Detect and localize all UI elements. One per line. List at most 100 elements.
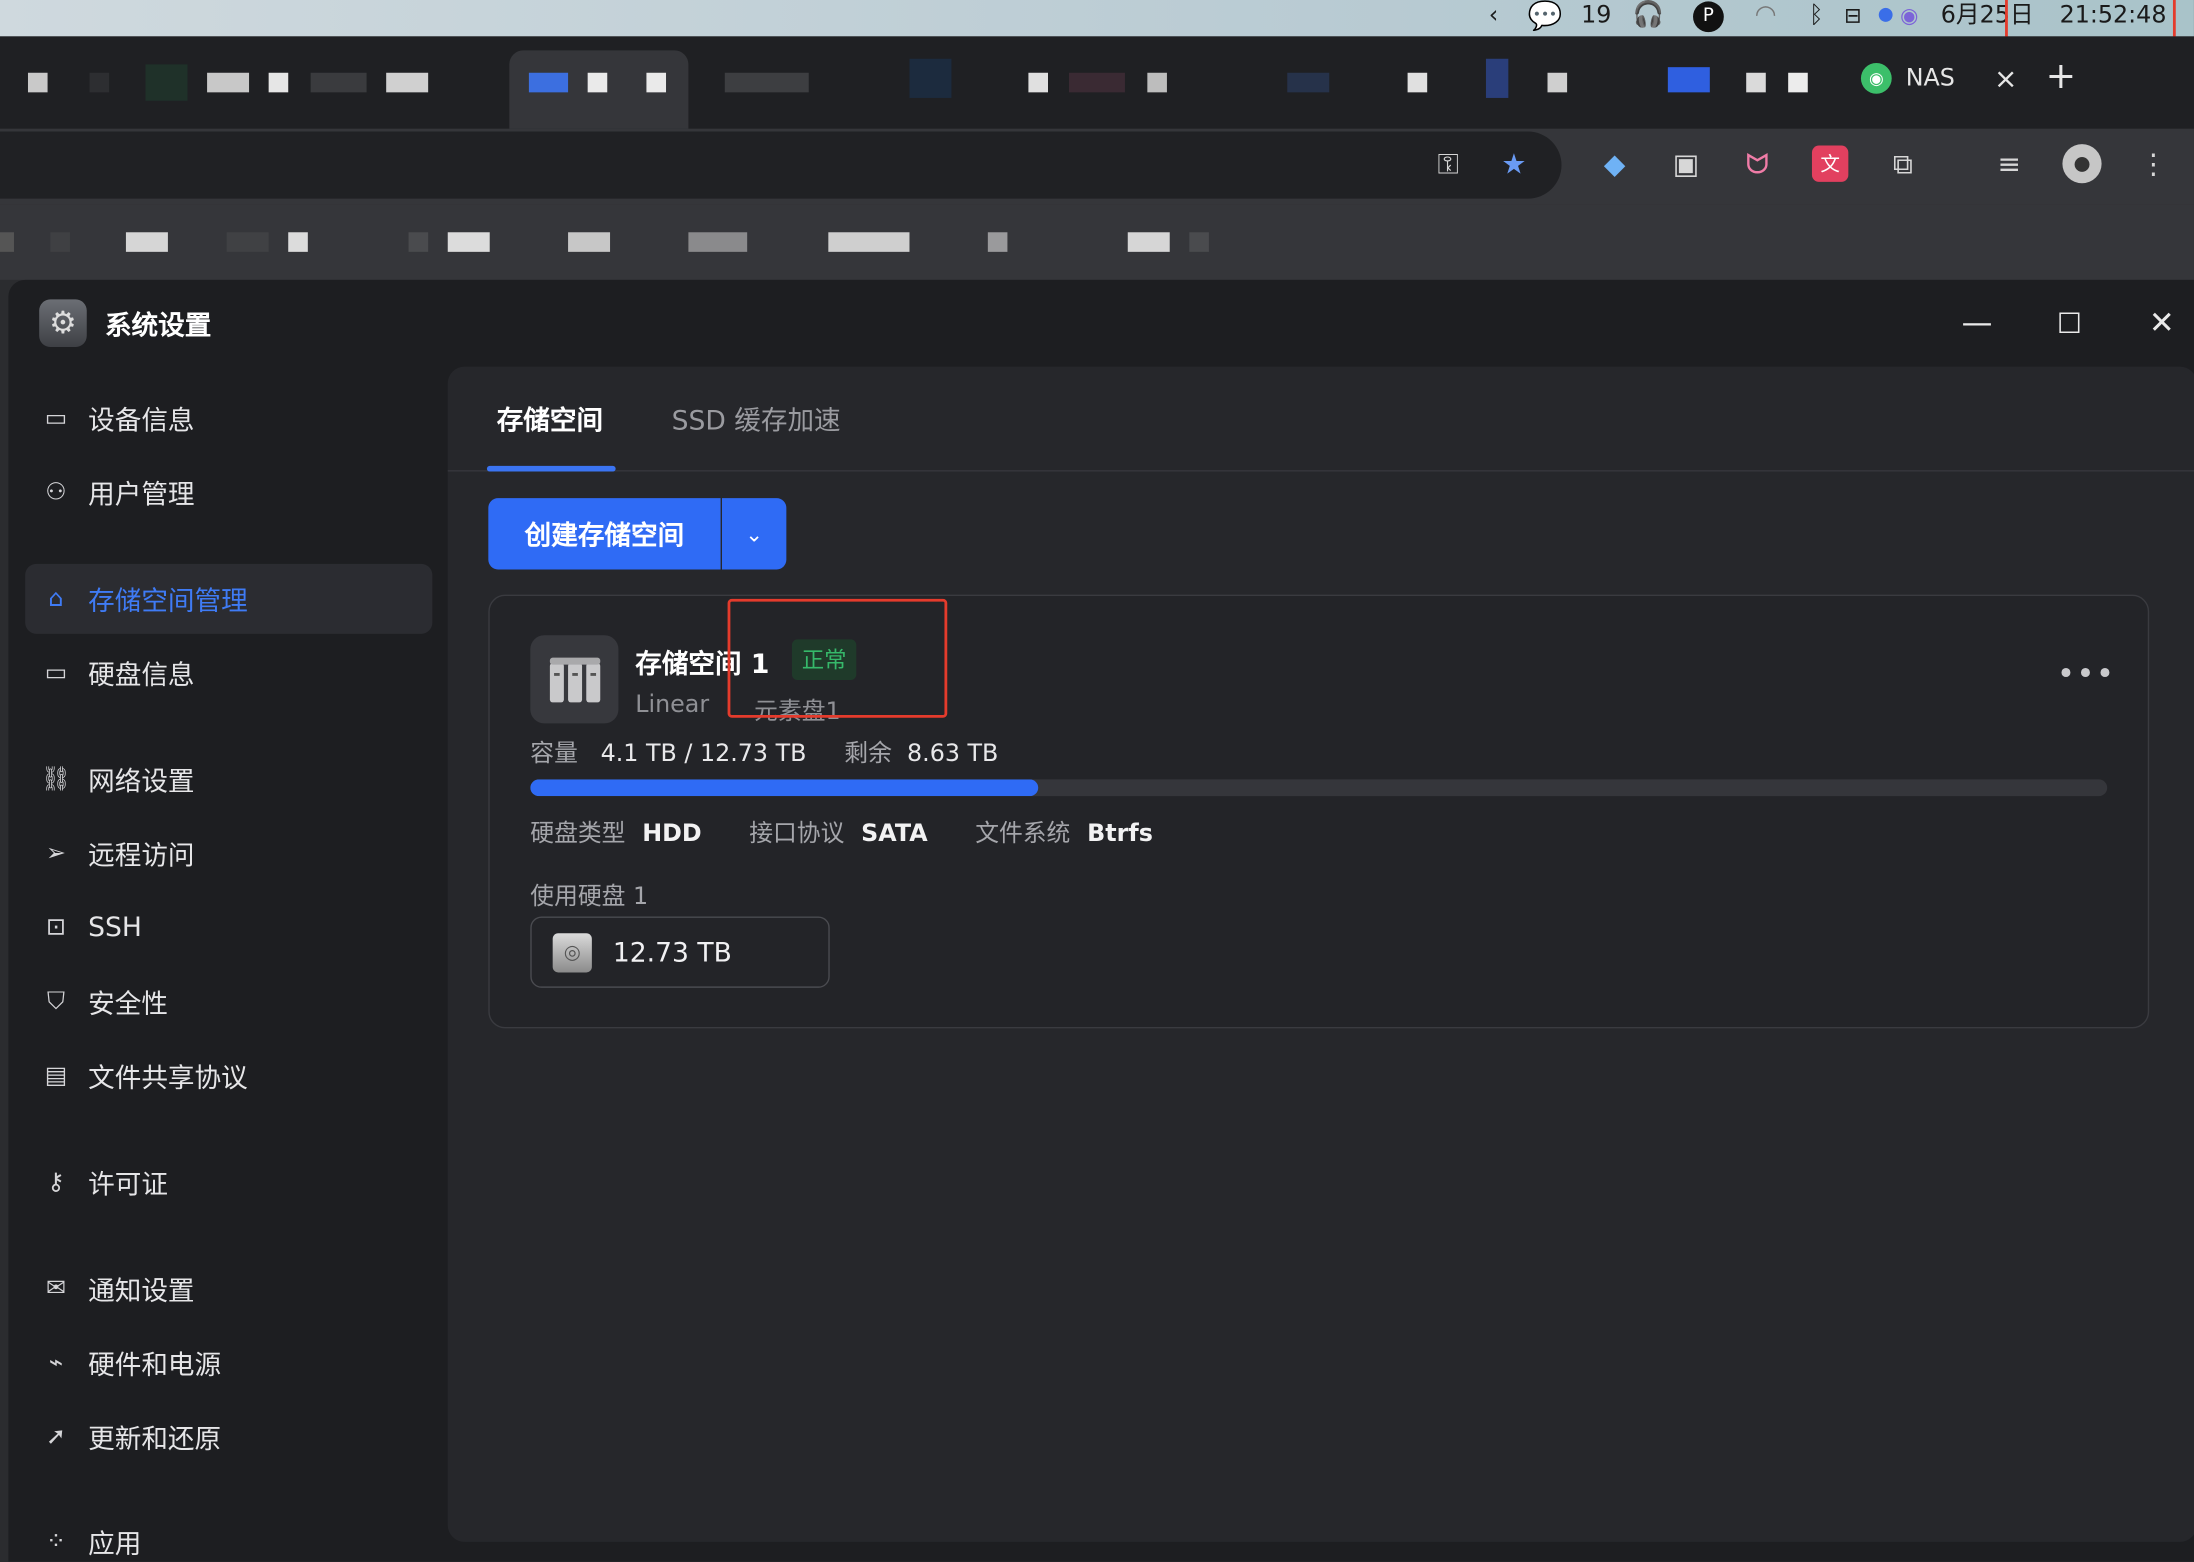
create-dropdown-button[interactable]: ⌄ <box>721 498 787 570</box>
blurred-tab[interactable] <box>310 72 367 93</box>
address-bar[interactable] <box>0 131 1562 199</box>
sidebar-item-file-sharing[interactable]: ▤ 文件共享协议 <box>25 1041 432 1111</box>
blurred-bookmark[interactable] <box>828 232 910 252</box>
blurred-tab[interactable] <box>89 72 110 93</box>
bookmark-star-icon[interactable]: ★ <box>1496 146 1532 182</box>
sidebar-item-update-restore[interactable]: ➚ 更新和还原 <box>25 1402 432 1472</box>
volume-meta-row: 硬盘类型 HDD 接口协议 SATA 文件系统 Btrfs <box>530 813 1200 848</box>
disk-chip[interactable]: ◎ 12.73 TB <box>530 916 830 988</box>
disk-type-value: HDD <box>642 819 702 848</box>
sidebar-item-hardware-power[interactable]: ⌁ 硬件和电源 <box>25 1328 432 1398</box>
blurred-tab[interactable] <box>1667 67 1710 93</box>
headphones-icon[interactable]: 🎧 <box>1633 0 1664 34</box>
blurred-bookmark[interactable] <box>1189 232 1209 252</box>
control-center-icon[interactable]: ⊟ <box>1844 0 1862 34</box>
blurred-tab[interactable] <box>1788 72 1808 93</box>
blurred-tab[interactable] <box>1407 72 1428 93</box>
settings-gear-icon: ⚙ <box>39 299 87 348</box>
blurred-tab[interactable] <box>1028 72 1049 93</box>
blurred-tab[interactable] <box>27 72 48 93</box>
terminal-icon: ⊡ <box>45 913 66 942</box>
send-icon: ➢ <box>45 839 66 868</box>
new-tab-button[interactable]: + <box>2046 56 2076 98</box>
capacity-label: 容量 <box>530 740 578 769</box>
minimize-icon[interactable]: — <box>1956 302 1998 344</box>
blurred-tab[interactable] <box>1485 58 1509 98</box>
device-icon: ▭ <box>44 404 68 433</box>
blurred-bookmark[interactable] <box>987 232 1008 252</box>
nas-favicon-icon: ◉ <box>1860 62 1892 94</box>
tab-close-icon[interactable]: × <box>1994 62 2017 96</box>
browser-menu-icon[interactable]: ⋮ <box>2135 146 2171 182</box>
blurred-tab[interactable] <box>1746 72 1766 93</box>
password-key-icon[interactable]: ⚿ <box>1430 146 1466 182</box>
blurred-tab[interactable] <box>724 72 809 93</box>
media-queue-icon[interactable]: ≡ <box>1991 146 2027 182</box>
bluetooth-icon[interactable]: ᛒ <box>1809 0 1823 34</box>
sidebar-item-notifications[interactable]: ✉ 通知设置 <box>25 1254 432 1324</box>
highlight-box-status <box>727 598 948 718</box>
extensions-puzzle-icon[interactable]: ⧉ <box>1885 146 1921 182</box>
tab-storage-space[interactable]: 存储空间 <box>497 400 603 438</box>
blurred-tab[interactable] <box>386 72 429 93</box>
blurred-tab[interactable] <box>1547 72 1568 93</box>
sidebar-item-security[interactable]: ⛉ 安全性 <box>25 967 432 1037</box>
blurred-tab[interactable] <box>145 64 188 101</box>
blurred-bookmark[interactable] <box>0 232 14 252</box>
maximize-icon[interactable]: ☐ <box>2048 302 2090 344</box>
blurred-bookmark[interactable] <box>1127 232 1170 252</box>
active-browser-tab[interactable] <box>509 50 689 129</box>
blurred-bookmark[interactable] <box>688 232 748 252</box>
interface-value: SATA <box>861 819 928 848</box>
close-icon[interactable]: ✕ <box>2141 302 2183 344</box>
sidebar-item-storage-management[interactable]: ⌂ 存储空间管理 <box>25 563 433 634</box>
translate-extension-icon[interactable]: 文 <box>1811 145 1849 182</box>
cat-extension-icon[interactable]: ᗢ <box>1739 146 1775 182</box>
blurred-tab[interactable] <box>909 58 952 98</box>
wifi-icon[interactable]: ◠ <box>1755 0 1777 34</box>
sidebar-item-disk-info[interactable]: ▭ 硬盘信息 <box>25 638 432 708</box>
blurred-tab[interactable] <box>1147 72 1167 93</box>
shield-icon: ⛉ <box>47 987 65 1016</box>
blurred-tab[interactable] <box>268 72 289 93</box>
disks-used-label: 使用硬盘 1 <box>530 882 649 911</box>
sidebar-item-ssh[interactable]: ⊡ SSH <box>25 893 432 963</box>
blurred-tab[interactable] <box>1287 72 1330 93</box>
assistant-icon[interactable]: ◉ <box>1900 0 1918 34</box>
chevron-left-icon[interactable]: ‹ <box>1489 0 1499 34</box>
blurred-tab[interactable] <box>207 72 250 93</box>
gem-extension-icon[interactable]: ◆ <box>1596 146 1632 182</box>
blurred-bookmark[interactable] <box>408 232 429 252</box>
sidebar-item-device-info[interactable]: ▭ 设备信息 <box>25 383 432 453</box>
sidebar-item-remote-access[interactable]: ➢ 远程访问 <box>25 819 432 889</box>
nas-browser-tab[interactable]: ◉ NAS × <box>1844 56 2026 101</box>
key-icon: ⚷ <box>47 1168 65 1197</box>
sidebar-item-user-management[interactable]: ⚇ 用户管理 <box>25 458 432 528</box>
sidebar-item-license[interactable]: ⚷ 许可证 <box>25 1147 432 1217</box>
storage-content-panel: 存储空间 SSD 缓存加速 创建存储空间 ⌄ 存储空间 1 正常 Linear … <box>447 366 2194 1542</box>
siri-icon[interactable]: ● <box>1878 0 1894 34</box>
sidebar-item-network[interactable]: ⛓ 网络设置 <box>25 744 432 814</box>
blurred-bookmark[interactable] <box>50 232 70 252</box>
create-storage-button[interactable]: 创建存储空间 <box>488 498 721 570</box>
blurred-bookmark[interactable] <box>125 232 168 252</box>
blurred-bookmark[interactable] <box>568 232 611 252</box>
user-gear-icon: ⚇ <box>45 478 67 507</box>
more-options-icon[interactable]: ••• <box>2057 658 2116 693</box>
mail-icon: ✉ <box>45 1274 66 1303</box>
blurred-tab[interactable] <box>1068 72 1125 93</box>
power-icon: ⌁ <box>48 1348 64 1377</box>
blurred-bookmark[interactable] <box>447 232 490 252</box>
capacity-used: 4.1 TB <box>600 740 677 769</box>
tab-ssd-cache[interactable]: SSD 缓存加速 <box>672 400 841 438</box>
filesystem-label: 文件系统 <box>975 819 1071 848</box>
extension-glasses-icon[interactable]: ▣ <box>1668 146 1704 182</box>
storage-volume-card: 存储空间 1 正常 Linear 元素盘1 ••• 容量 4.1 TB / 12… <box>488 594 2150 1029</box>
blurred-bookmark[interactable] <box>288 232 308 252</box>
wechat-icon[interactable]: 💬 <box>1528 0 1563 34</box>
blurred-bookmark[interactable] <box>226 232 269 252</box>
app-p-icon[interactable]: P <box>1693 1 1724 33</box>
profile-avatar[interactable]: ● <box>2062 144 2102 184</box>
sidebar-item-apps[interactable]: ⁘ 应用 <box>25 1507 432 1562</box>
interface-label: 接口协议 <box>749 819 845 848</box>
